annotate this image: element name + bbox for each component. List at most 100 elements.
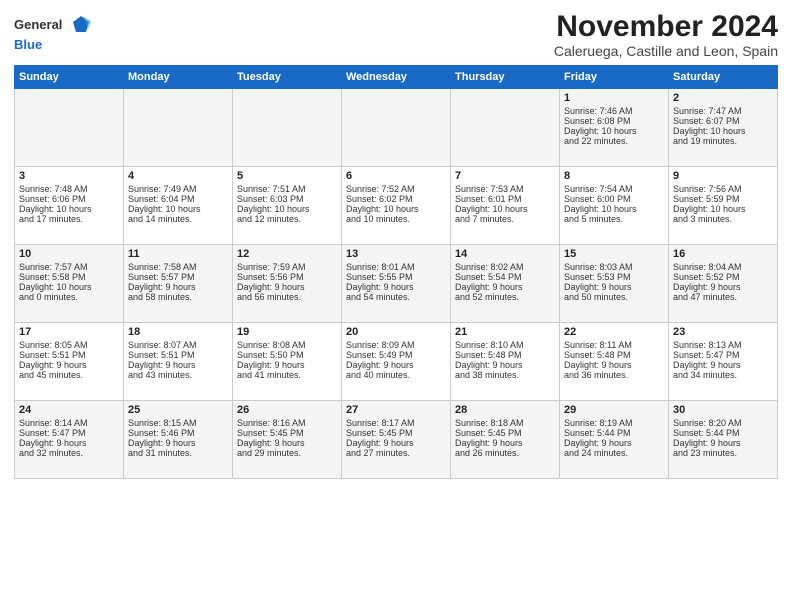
day-info: Daylight: 10 hours [564,204,664,214]
header-friday: Friday [560,66,669,89]
day-info: Daylight: 9 hours [455,360,555,370]
day-info: and 17 minutes. [19,214,119,224]
day-number: 19 [237,326,337,338]
calendar-cell: 3Sunrise: 7:48 AMSunset: 6:06 PMDaylight… [15,167,124,245]
day-number: 24 [19,404,119,416]
calendar-cell: 29Sunrise: 8:19 AMSunset: 5:44 PMDayligh… [560,401,669,479]
day-info: Sunset: 5:45 PM [237,428,337,438]
day-info: Sunset: 5:58 PM [19,272,119,282]
day-info: and 19 minutes. [673,136,773,146]
day-info: Sunset: 5:47 PM [19,428,119,438]
day-info: Sunrise: 8:04 AM [673,262,773,272]
day-info: and 40 minutes. [346,370,446,380]
day-number: 22 [564,326,664,338]
day-info: Sunset: 5:46 PM [128,428,228,438]
day-info: Sunset: 5:59 PM [673,194,773,204]
day-info: Sunset: 5:57 PM [128,272,228,282]
day-info: Sunset: 6:00 PM [564,194,664,204]
day-number: 3 [19,170,119,182]
day-info: Sunrise: 8:19 AM [564,418,664,428]
day-number: 30 [673,404,773,416]
location-subtitle: Caleruega, Castille and Leon, Spain [554,43,778,59]
day-info: Sunrise: 7:51 AM [237,184,337,194]
day-info: Sunset: 5:44 PM [564,428,664,438]
day-number: 21 [455,326,555,338]
logo-icon [69,14,91,36]
day-info: and 43 minutes. [128,370,228,380]
calendar-cell: 13Sunrise: 8:01 AMSunset: 5:55 PMDayligh… [342,245,451,323]
day-number: 1 [564,92,664,104]
day-info: Sunset: 5:56 PM [237,272,337,282]
page: General Blue November 2024 Caleruega, Ca… [0,0,792,612]
calendar-cell: 18Sunrise: 8:07 AMSunset: 5:51 PMDayligh… [124,323,233,401]
calendar-cell: 10Sunrise: 7:57 AMSunset: 5:58 PMDayligh… [15,245,124,323]
day-info: Sunset: 5:49 PM [346,350,446,360]
day-number: 12 [237,248,337,260]
header: General Blue November 2024 Caleruega, Ca… [14,10,778,59]
day-info: Sunrise: 7:57 AM [19,262,119,272]
day-info: Sunrise: 8:01 AM [346,262,446,272]
day-info: and 45 minutes. [19,370,119,380]
day-info: Sunset: 5:48 PM [564,350,664,360]
logo-general: General [14,17,62,32]
day-info: and 5 minutes. [564,214,664,224]
day-info: Sunrise: 7:52 AM [346,184,446,194]
day-info: and 36 minutes. [564,370,664,380]
day-info: and 34 minutes. [673,370,773,380]
day-info: Daylight: 9 hours [19,438,119,448]
day-number: 25 [128,404,228,416]
calendar-cell: 2Sunrise: 7:47 AMSunset: 6:07 PMDaylight… [669,89,778,167]
day-info: Sunset: 5:52 PM [673,272,773,282]
day-info: and 41 minutes. [237,370,337,380]
day-info: Sunset: 6:07 PM [673,116,773,126]
calendar-cell: 25Sunrise: 8:15 AMSunset: 5:46 PMDayligh… [124,401,233,479]
day-info: Sunrise: 8:20 AM [673,418,773,428]
day-info: Daylight: 10 hours [673,204,773,214]
day-info: and 38 minutes. [455,370,555,380]
day-info: Sunset: 5:48 PM [455,350,555,360]
calendar-week-row: 24Sunrise: 8:14 AMSunset: 5:47 PMDayligh… [15,401,778,479]
day-number: 11 [128,248,228,260]
day-info: and 14 minutes. [128,214,228,224]
calendar-cell: 14Sunrise: 8:02 AMSunset: 5:54 PMDayligh… [451,245,560,323]
day-info: Daylight: 9 hours [346,360,446,370]
day-info: Sunrise: 8:17 AM [346,418,446,428]
day-info: Daylight: 9 hours [673,438,773,448]
day-info: Sunrise: 8:09 AM [346,340,446,350]
day-info: Daylight: 10 hours [455,204,555,214]
day-info: Sunrise: 8:16 AM [237,418,337,428]
day-number: 29 [564,404,664,416]
day-info: Sunset: 6:02 PM [346,194,446,204]
calendar-week-row: 10Sunrise: 7:57 AMSunset: 5:58 PMDayligh… [15,245,778,323]
day-info: Sunrise: 8:10 AM [455,340,555,350]
day-info: and 3 minutes. [673,214,773,224]
day-number: 20 [346,326,446,338]
calendar-cell: 6Sunrise: 7:52 AMSunset: 6:02 PMDaylight… [342,167,451,245]
header-wednesday: Wednesday [342,66,451,89]
day-info: Daylight: 9 hours [237,282,337,292]
day-info: Sunset: 5:44 PM [673,428,773,438]
calendar-cell: 16Sunrise: 8:04 AMSunset: 5:52 PMDayligh… [669,245,778,323]
day-info: Sunrise: 7:54 AM [564,184,664,194]
calendar-cell: 1Sunrise: 7:46 AMSunset: 6:08 PMDaylight… [560,89,669,167]
day-info: Daylight: 9 hours [237,360,337,370]
day-number: 17 [19,326,119,338]
day-number: 2 [673,92,773,104]
header-tuesday: Tuesday [233,66,342,89]
day-info: Sunset: 5:51 PM [19,350,119,360]
day-number: 28 [455,404,555,416]
day-info: Daylight: 10 hours [346,204,446,214]
day-info: Daylight: 9 hours [564,282,664,292]
day-info: Sunset: 5:50 PM [237,350,337,360]
calendar-cell: 4Sunrise: 7:49 AMSunset: 6:04 PMDaylight… [124,167,233,245]
calendar-cell: 21 Sunrise: 8:10 AMSunset: 5:48 PMDayligh… [451,323,560,401]
day-info: Sunrise: 7:58 AM [128,262,228,272]
header-sunday: Sunday [15,66,124,89]
month-title: November 2024 [554,10,778,43]
day-info: and 12 minutes. [237,214,337,224]
calendar-cell: 7Sunrise: 7:53 AMSunset: 6:01 PMDaylight… [451,167,560,245]
day-info: Sunrise: 8:03 AM [564,262,664,272]
calendar-cell [233,89,342,167]
day-info: Sunrise: 8:18 AM [455,418,555,428]
day-info: Sunrise: 8:15 AM [128,418,228,428]
